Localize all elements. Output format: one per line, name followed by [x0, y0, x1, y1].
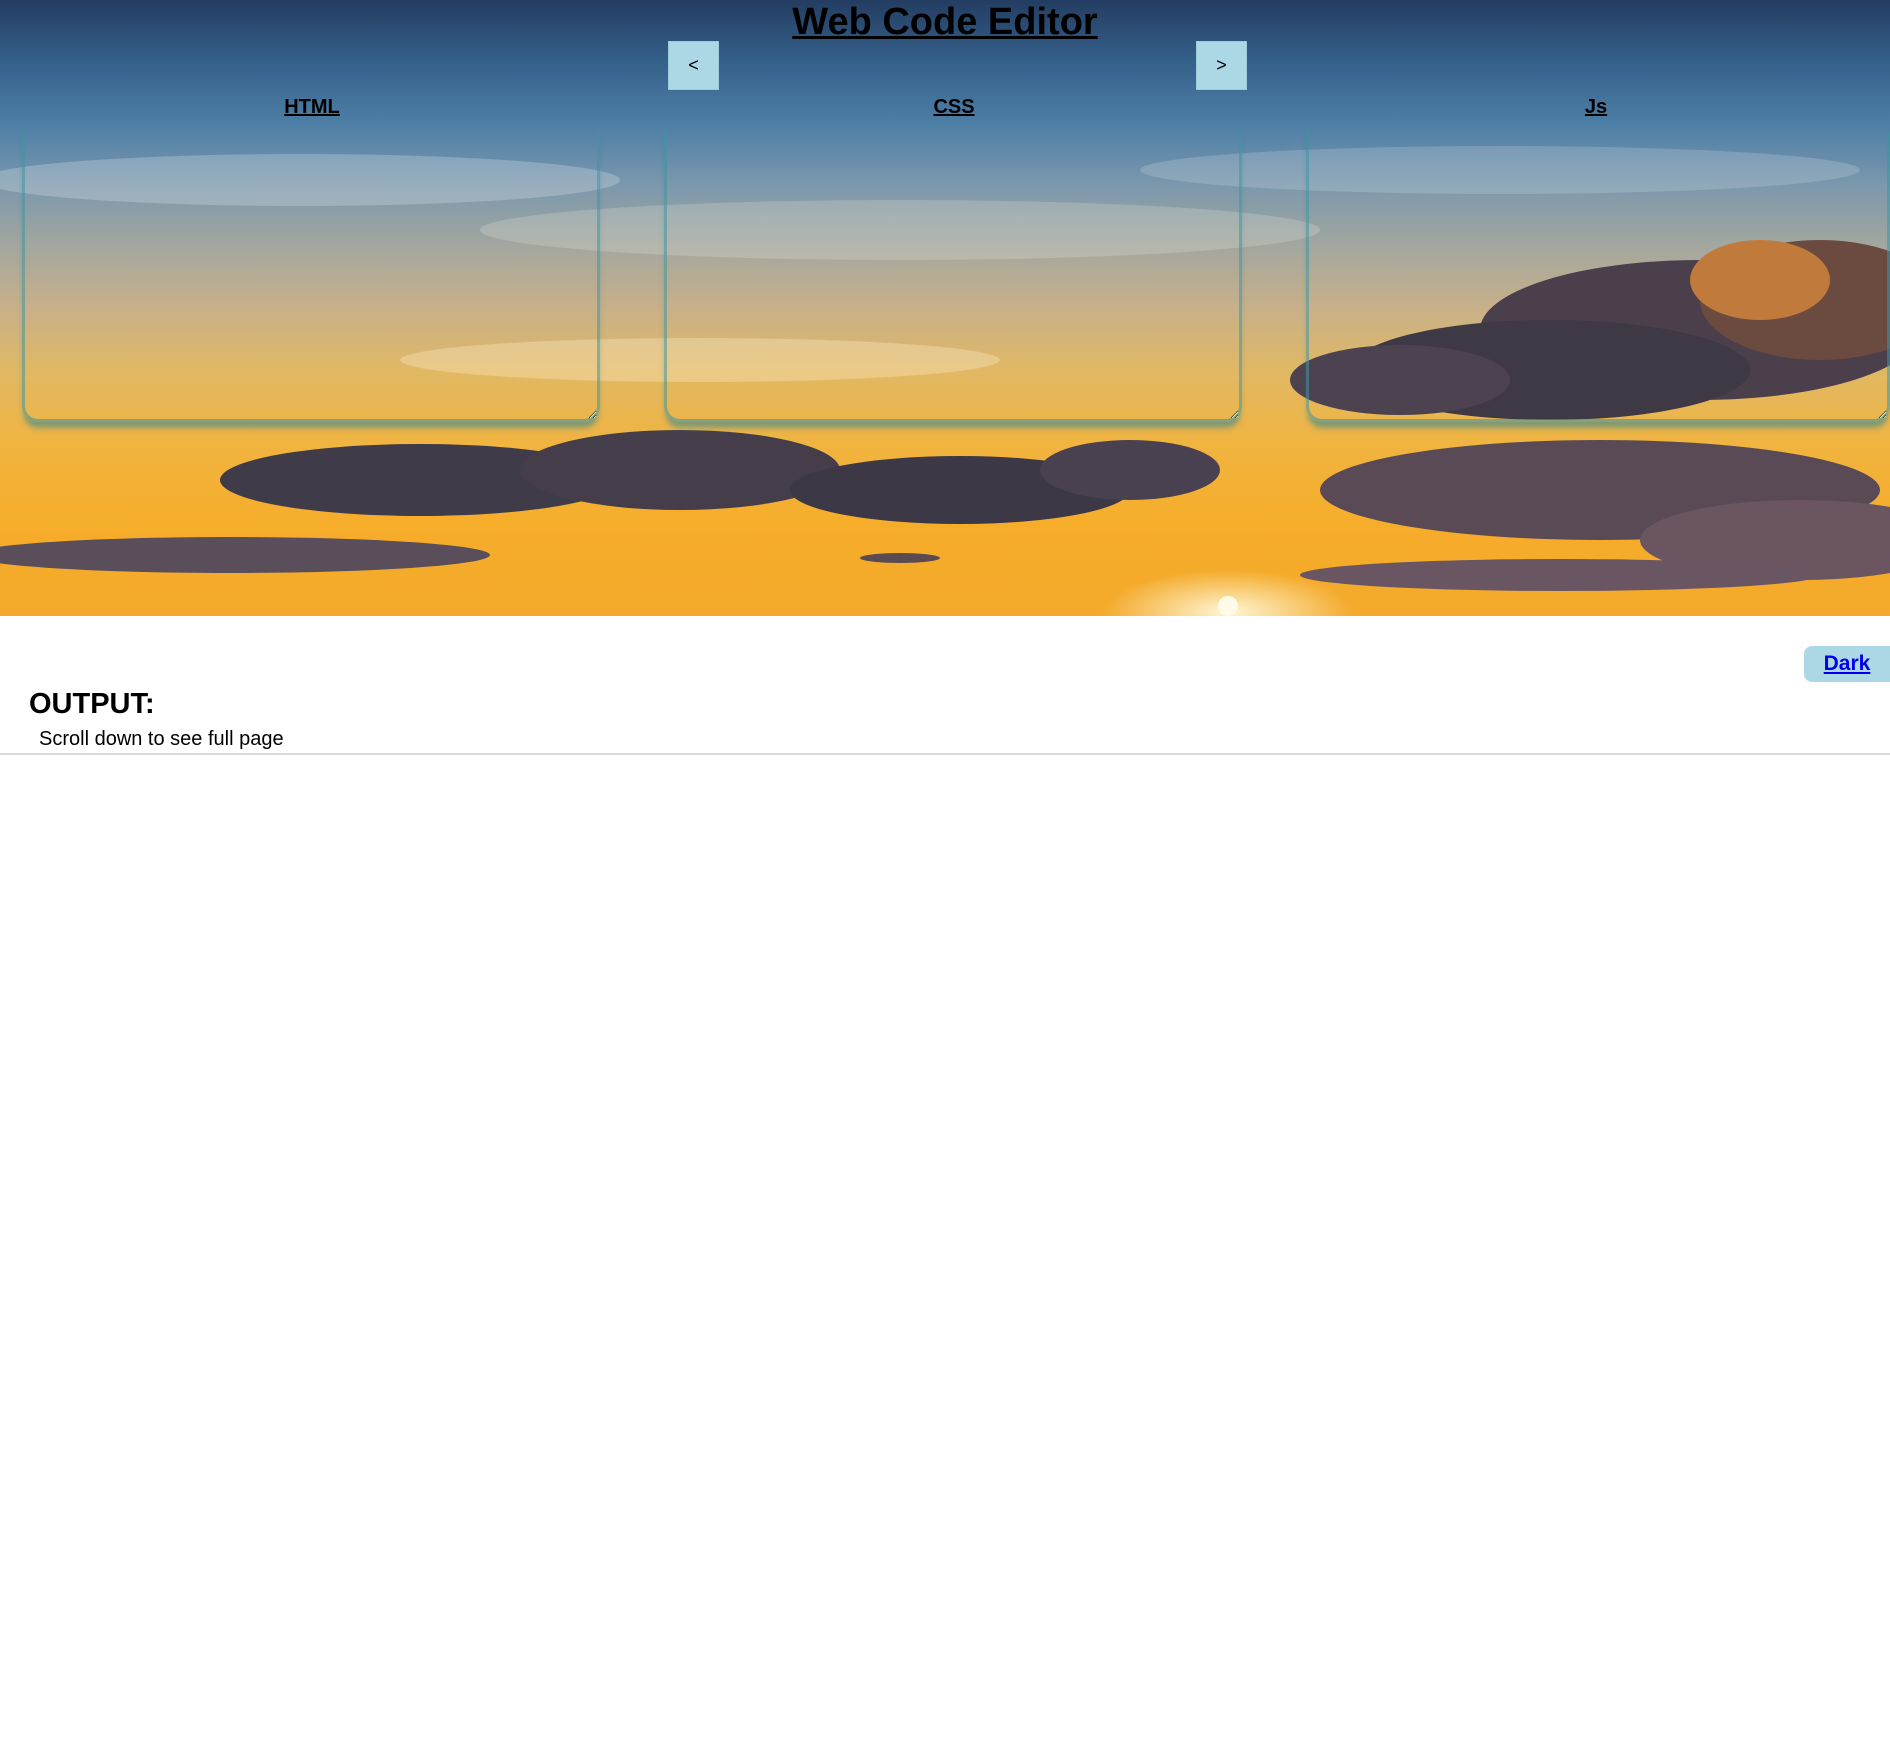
output-preview-frame[interactable] [0, 753, 1890, 1760]
page: Web Code Editor < > HTML CSS Js Dark OUT… [0, 0, 1890, 1760]
output-heading: OUTPUT: [29, 688, 155, 720]
next-button[interactable]: > [1196, 41, 1247, 90]
css-editor-label: CSS [933, 96, 975, 118]
html-editor-label: HTML [284, 96, 340, 118]
page-title: Web Code Editor [792, 1, 1098, 43]
js-editor-textarea[interactable] [1306, 132, 1890, 422]
sunset-background: Web Code Editor < > HTML CSS Js [0, 0, 1890, 616]
output-hint-text: Scroll down to see full page [39, 728, 284, 750]
previous-button[interactable]: < [668, 41, 719, 90]
dark-mode-toggle[interactable]: Dark [1804, 646, 1890, 682]
css-editor-textarea[interactable] [664, 132, 1242, 422]
html-editor-textarea[interactable] [22, 132, 600, 422]
js-editor-label: Js [1584, 96, 1608, 118]
